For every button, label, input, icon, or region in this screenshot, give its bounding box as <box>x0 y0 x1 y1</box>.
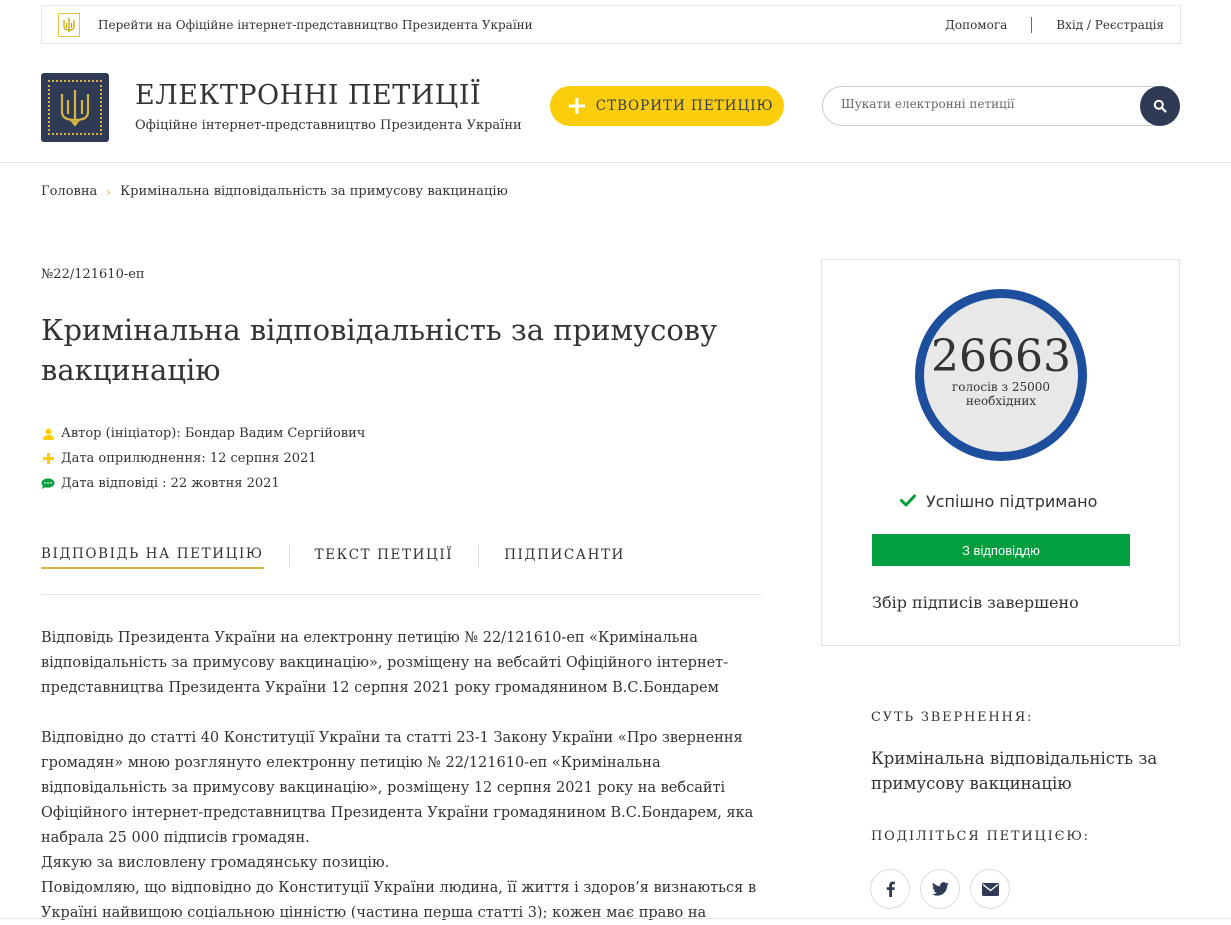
essence-heading: СУТЬ ЗВЕРНЕННЯ: <box>871 710 1034 725</box>
tabs-divider <box>41 594 761 595</box>
petition-tabs: ВІДПОВІДЬ НА ПЕТИЦІЮ ТЕКСТ ПЕТИЦІЇ ПІДПИ… <box>41 544 625 569</box>
site-logo[interactable] <box>41 73 109 142</box>
breadcrumb-home[interactable]: Головна <box>41 184 97 199</box>
president-site-link[interactable]: Перейти на Офіційне інтернет-представниц… <box>98 18 533 32</box>
collection-status: Збір підписів завершено <box>872 593 1079 612</box>
search-button[interactable] <box>1140 86 1180 126</box>
meta-published: Дата оприлюднення: 12 серпня 2021 <box>41 451 317 466</box>
trident-icon[interactable] <box>58 12 80 37</box>
answer-paragraph: Дякую за висловлену громадянську позицію… <box>41 855 390 871</box>
tab-signers[interactable]: ПІДПИСАНТИ <box>504 547 625 568</box>
search-box <box>822 86 1180 126</box>
speech-bubble-icon <box>41 478 55 489</box>
divider <box>288 544 290 567</box>
vote-count: 26663 <box>931 331 1071 382</box>
trident-icon <box>48 80 102 135</box>
checkmark-icon <box>900 492 916 511</box>
divider <box>0 918 1231 919</box>
create-petition-button[interactable]: + СТВОРИТИ ПЕТИЦІЮ <box>550 86 784 126</box>
meta-answered: Дата відповіді : 22 жовтня 2021 <box>41 476 280 491</box>
tab-text[interactable]: ТЕКСТ ПЕТИЦІЇ <box>315 547 454 568</box>
user-icon <box>41 428 55 440</box>
plus-icon: + <box>566 91 588 121</box>
published-date: Дата оприлюднення: 12 серпня 2021 <box>61 451 317 466</box>
share-twitter-button[interactable] <box>920 869 960 909</box>
login-register-link[interactable]: Вхід / Реєстрація <box>1056 18 1164 32</box>
votes-needed: голосів з 25000 необхідних <box>951 380 1051 408</box>
vote-panel: 26663 голосів з 25000 необхідних Успішно… <box>821 259 1180 646</box>
answer-date: Дата відповіді : 22 жовтня 2021 <box>61 476 280 491</box>
header-divider <box>0 162 1231 163</box>
meta-author: Автор (ініціатор): Бондар Вадим Сергійов… <box>41 426 365 441</box>
search-icon <box>1153 99 1167 113</box>
breadcrumb: Головна › Кримінальна відповідальність з… <box>41 184 508 199</box>
site-title[interactable]: ЕЛЕКТРОННІ ПЕТИЦІЇ <box>135 80 481 111</box>
breadcrumb-current: Кримінальна відповідальність за примусов… <box>120 184 508 199</box>
page-title: Кримінальна відповідальність за примусов… <box>41 313 718 387</box>
help-link[interactable]: Допомога <box>945 18 1007 32</box>
share-heading: ПОДІЛІТЬСЯ ПЕТИЦІЄЮ: <box>871 829 1090 844</box>
answer-paragraph: Відповідно до статті 40 Конституції Укра… <box>41 730 754 846</box>
chevron-right-icon: › <box>106 184 112 199</box>
top-strip: Перейти на Офіційне інтернет-представниц… <box>41 5 1181 44</box>
essence-text: Кримінальна відповідальність за примусов… <box>871 749 1158 793</box>
share-email-button[interactable] <box>970 869 1010 909</box>
answer-paragraph: Відповідь Президента України на електрон… <box>41 630 729 696</box>
author-text: Автор (ініціатор): Бондар Вадим Сергійов… <box>61 426 366 441</box>
divider <box>478 544 480 567</box>
status-text: Успішно підтримано <box>926 492 1098 511</box>
divider <box>1031 16 1033 33</box>
vote-counter: 26663 голосів з 25000 необхідних <box>915 289 1087 461</box>
answer-body: Відповідь Президента України на електрон… <box>41 626 761 925</box>
with-answer-button[interactable]: З відповіддю <box>872 534 1130 566</box>
plus-icon <box>41 453 55 464</box>
tab-answer[interactable]: ВІДПОВІДЬ НА ПЕТИЦІЮ <box>41 546 264 569</box>
create-petition-label: СТВОРИТИ ПЕТИЦІЮ <box>595 98 774 114</box>
facebook-icon <box>886 881 895 897</box>
petition-number: №22/121610-еп <box>41 267 145 282</box>
status-badge: Успішно підтримано <box>900 492 1097 511</box>
site-subtitle: Офіційне інтернет-представництво Президе… <box>135 118 522 133</box>
email-icon <box>981 882 999 896</box>
search-input[interactable] <box>841 97 1131 111</box>
share-facebook-button[interactable] <box>870 869 910 909</box>
twitter-icon <box>931 882 949 896</box>
